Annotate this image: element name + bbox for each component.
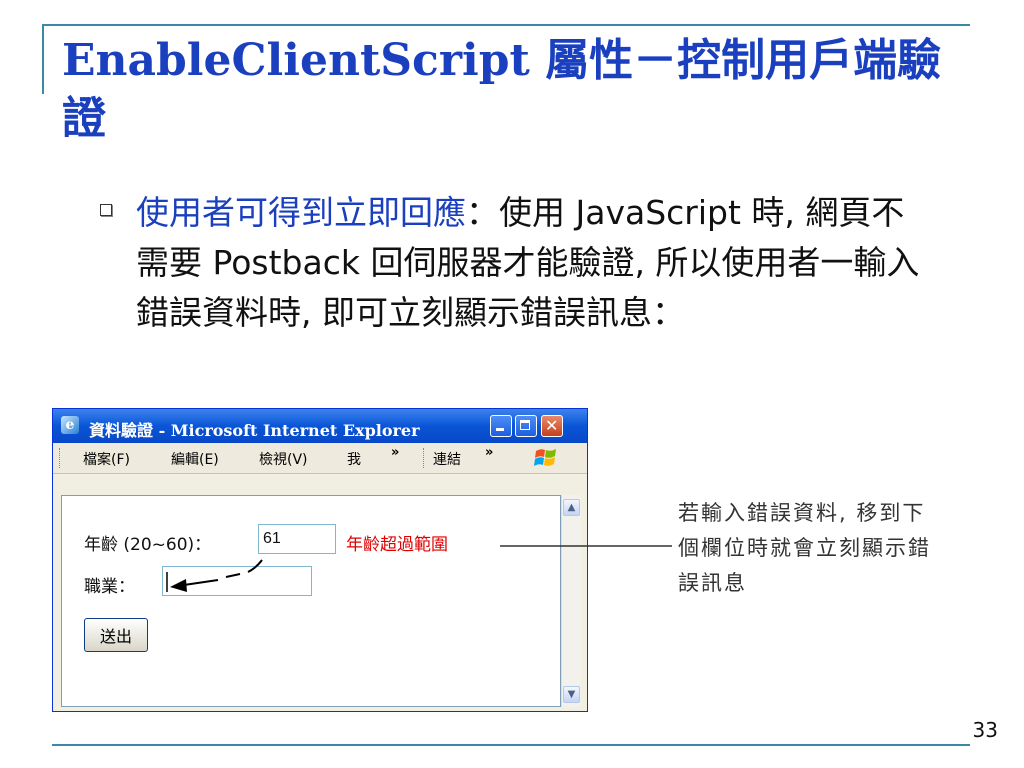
ie-logo-icon: e [61,416,79,434]
close-button[interactable] [541,415,563,437]
page-content: 年齡 (20~60)： 年齡超過範圍 職業： 送出 [61,495,561,707]
age-input[interactable] [258,524,336,554]
bottom-rule [52,744,970,746]
top-rule [42,24,970,26]
menu-chevron[interactable]: » [391,445,399,460]
error-message: 年齡超過範圍 [346,535,448,555]
bullet-text: 使用者可得到立即回應：使用 JavaScript 時, 網頁不需要 Postba… [136,188,936,338]
square-bullet-icon [100,204,112,216]
browser-title: 資料驗證 - Microsoft Internet Explorer [89,421,420,440]
menu-item-view[interactable]: 檢視(V) [259,449,308,469]
left-rule [42,24,44,94]
slide-title: EnableClientScript 屬性－控制用戶端驗證 [62,35,942,144]
windows-flag-icon [534,449,556,466]
menu-grip [59,448,63,468]
bullet-highlight: 使用者可得到立即回應 [136,193,466,232]
menu-separator [423,448,426,468]
scroll-down-icon[interactable]: ▼ [563,686,580,703]
age-label: 年齡 (20~60)： [84,535,212,555]
links-chevron[interactable]: » [485,445,493,460]
vertical-scrollbar[interactable]: ▲ ▼ [561,495,581,707]
page-number: 33 [972,718,998,742]
scroll-up-icon[interactable]: ▲ [563,499,580,516]
job-label: 職業： [84,577,135,597]
job-input[interactable] [162,566,312,596]
menu-item-edit[interactable]: 編輯(E) [171,449,219,469]
links-label[interactable]: 連結 [433,449,461,469]
menu-item-file[interactable]: 檔案(F) [83,449,130,469]
browser-titlebar[interactable]: e 資料驗證 - Microsoft Internet Explorer [53,409,587,443]
browser-window: e 資料驗證 - Microsoft Internet Explorer 檔案(… [52,408,588,712]
submit-button[interactable]: 送出 [84,618,148,652]
maximize-button[interactable] [515,415,537,437]
minimize-button[interactable] [490,415,512,437]
menu-bar: 檔案(F) 編輯(E) 檢視(V) 我 » 連結 » [53,443,587,474]
menu-item-favorites[interactable]: 我 [347,449,361,469]
callout-text: 若輸入錯誤資料, 移到下個欄位時就會立刻顯示錯誤訊息 [678,501,931,595]
